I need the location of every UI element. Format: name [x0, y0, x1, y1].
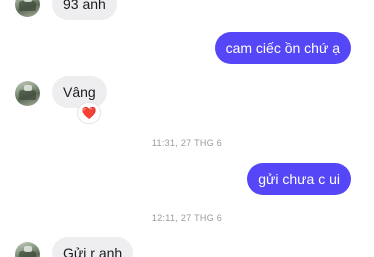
message-timestamp: 11:31, 27 THG 6	[151, 138, 223, 148]
contact-avatar[interactable]	[15, 242, 40, 257]
outgoing-message-bubble[interactable]: cam ciếc ồn chứ ạ	[214, 32, 351, 64]
incoming-message-bubble[interactable]: Vâng	[52, 76, 107, 108]
incoming-message-bubble[interactable]: Gửi r anh	[52, 237, 134, 257]
message-thread: 93 anh cam ciếc ồn chứ ạ Vâng ❤️ 11:31, …	[0, 0, 374, 257]
message-timestamp: 12:11, 27 THG 6	[151, 213, 223, 223]
contact-avatar[interactable]	[15, 81, 40, 106]
heart-reaction-icon[interactable]: ❤️	[78, 103, 100, 123]
outgoing-message-bubble[interactable]: gửi chưa c ui	[247, 163, 351, 195]
contact-avatar[interactable]	[15, 0, 40, 17]
incoming-message-bubble[interactable]: 93 anh	[52, 0, 117, 20]
